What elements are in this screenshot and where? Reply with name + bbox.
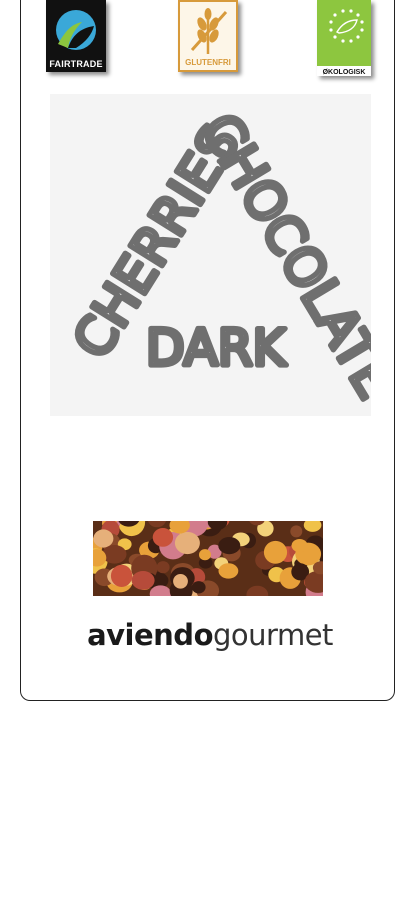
- candy-shape: [218, 537, 241, 555]
- candy-shape: [191, 581, 206, 594]
- candy-shape: [218, 563, 239, 579]
- candy-shape: [263, 540, 288, 564]
- fairtrade-badge: FAIRTRADE: [46, 0, 106, 72]
- candy-shape: [303, 521, 322, 532]
- brand-name-light: gourmet: [213, 618, 333, 652]
- candy-shape: [199, 549, 211, 561]
- candy-shape: [102, 545, 127, 564]
- organic-label: ØKOLOGISK: [322, 69, 366, 76]
- candy-shape: [246, 585, 269, 596]
- organic-badge: ØKOLOGISK: [317, 0, 371, 76]
- candy-shape: [291, 539, 308, 553]
- candy-shape: [290, 525, 303, 538]
- fairtrade-icon: [56, 10, 96, 50]
- candy-shape: [173, 574, 188, 589]
- glutenfree-label: GLUTENFRI: [185, 58, 231, 67]
- brand-name-strong: aviendo: [87, 618, 213, 652]
- product-name-panel: CHERRIES CHOCOLATE DARK: [50, 94, 371, 416]
- glutenfree-badge: GLUTENFRI: [178, 0, 238, 72]
- fairtrade-label: FAIRTRADE: [49, 59, 103, 69]
- eu-leaf-icon: [317, 0, 371, 66]
- candy-shape: [152, 528, 174, 547]
- candy-shape: [93, 529, 114, 548]
- wheat-icon: [190, 8, 228, 54]
- hero-word-dark: DARK: [146, 319, 287, 377]
- candy-shape: [110, 564, 133, 587]
- product-photo: [93, 521, 323, 596]
- candy-shape: [174, 531, 200, 555]
- brand-logo: aviendogourmet: [0, 618, 420, 652]
- candy-shape: [131, 571, 155, 590]
- candy-shape: [147, 521, 167, 528]
- candy-shape: [156, 561, 170, 574]
